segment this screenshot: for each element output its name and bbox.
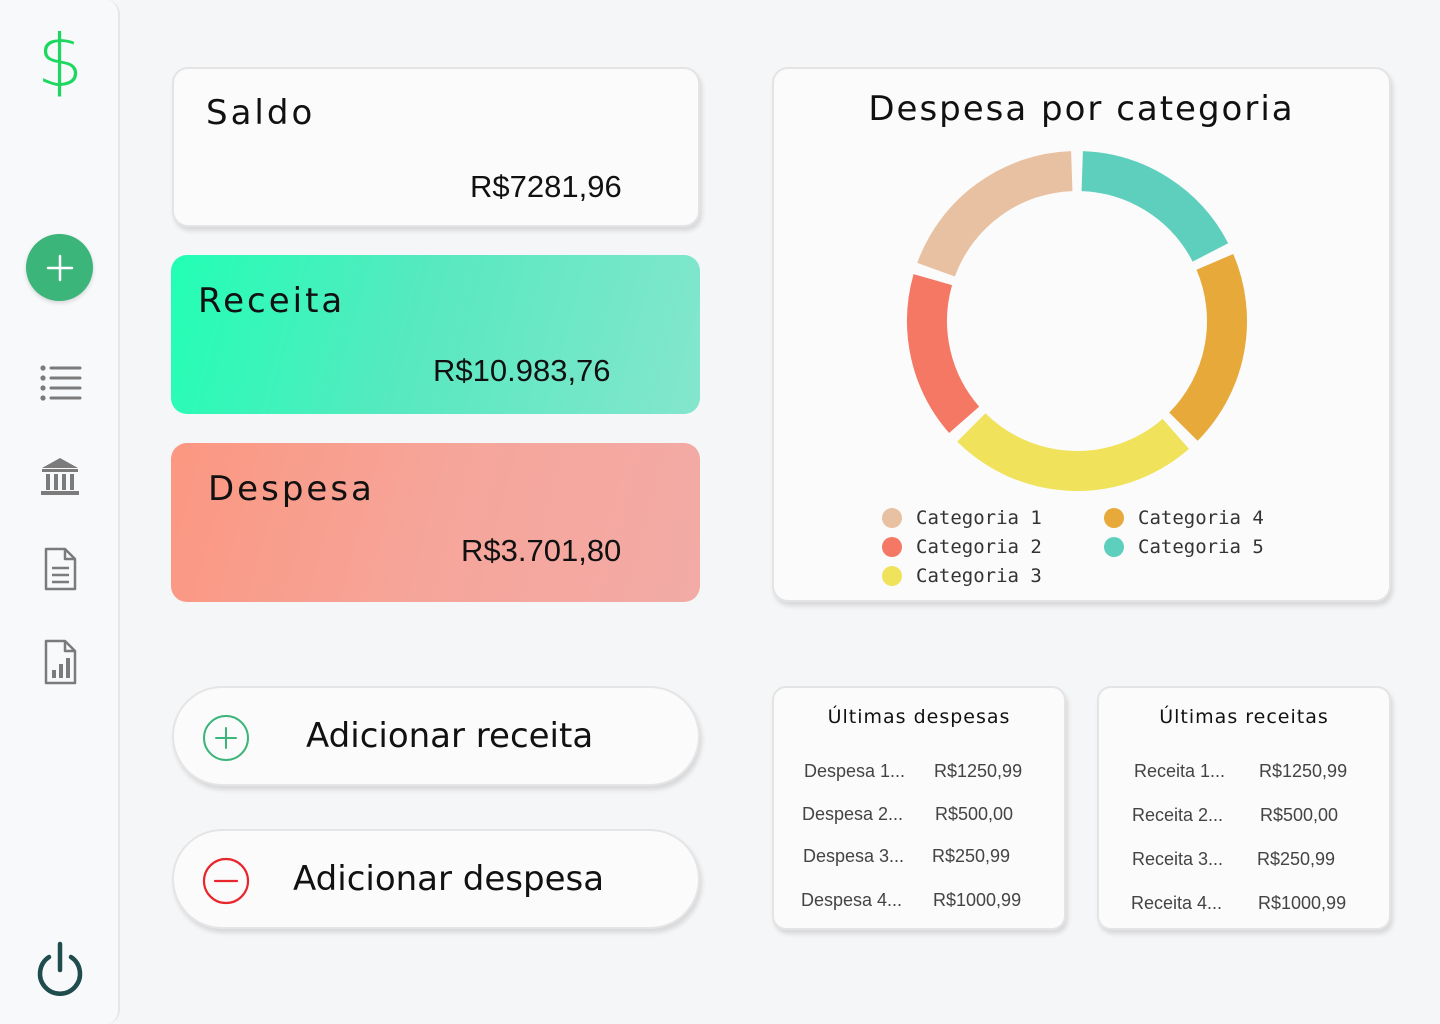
income-amount: R$500,00 (1260, 805, 1339, 825)
latest-expenses-card: Últimas despesas Despesa 1... R$1250,99 … (772, 686, 1066, 930)
table-row[interactable]: Receita 3... R$250,99 (1099, 849, 1389, 871)
legend-swatch (1104, 537, 1124, 557)
expense-name: Despesa 3... (803, 846, 905, 866)
document-icon (44, 547, 77, 591)
sidebar-item-reports[interactable] (36, 638, 84, 686)
legend-label: Categoria 3 (916, 565, 1042, 587)
list-icon (40, 365, 82, 401)
income-name: Receita 4... (1131, 893, 1223, 913)
table-row[interactable]: Despesa 2... R$500,00 (774, 804, 1064, 826)
legend-item: Categoria 4 (1104, 506, 1264, 530)
income-name: Receita 1... (1134, 761, 1226, 781)
table-row[interactable]: Receita 1... R$1250,99 (1099, 761, 1389, 783)
balance-card: Saldo R$7281,96 (172, 67, 700, 227)
income-name: Receita 3... (1132, 849, 1224, 869)
table-row[interactable]: Despesa 1... R$1250,99 (774, 761, 1064, 783)
expense-value: R$3.701,80 (461, 533, 622, 568)
donut-slice-2 (907, 274, 980, 433)
logout-button[interactable] (34, 940, 86, 998)
income-card: Receita R$10.983,76 (171, 255, 700, 414)
add-income-button[interactable]: Adicionar receita (172, 686, 700, 786)
add-expense-label: Adicionar despesa (293, 859, 605, 899)
legend-label: Categoria 1 (916, 507, 1042, 529)
income-amount: R$250,99 (1257, 849, 1336, 869)
plus-icon (46, 254, 73, 281)
add-transaction-button[interactable] (26, 234, 93, 301)
expense-label: Despesa (208, 469, 375, 509)
legend-item: Categoria 5 (1104, 535, 1264, 559)
legend-swatch (882, 537, 902, 557)
legend-label: Categoria 2 (916, 536, 1042, 558)
expense-name: Despesa 1... (804, 761, 906, 781)
expense-amount: R$500,00 (935, 804, 1014, 824)
table-row[interactable]: Despesa 3... R$250,99 (774, 846, 1064, 868)
donut-slice-3 (957, 412, 1189, 491)
expense-card: Despesa R$3.701,80 (171, 443, 700, 602)
donut-slice-5 (1081, 151, 1229, 263)
minus-circle-icon (202, 857, 250, 905)
donut-slice-4 (1168, 254, 1247, 441)
balance-value: R$7281,96 (470, 169, 622, 204)
legend-label: Categoria 4 (1138, 507, 1264, 529)
table-row[interactable]: Receita 2... R$500,00 (1099, 805, 1389, 827)
sidebar: $ (0, 0, 120, 1024)
income-amount: R$1000,99 (1258, 893, 1347, 913)
add-income-label: Adicionar receita (306, 716, 594, 756)
latest-incomes-title: Últimas receitas (1159, 706, 1329, 728)
add-expense-button[interactable]: Adicionar despesa (172, 829, 700, 929)
legend-swatch (882, 566, 902, 586)
donut-chart (907, 151, 1247, 491)
balance-label: Saldo (206, 93, 316, 133)
power-icon (37, 941, 83, 996)
table-row[interactable]: Despesa 4... R$1000,99 (774, 890, 1064, 912)
bank-icon (41, 458, 79, 495)
expense-amount: R$1000,99 (933, 890, 1022, 910)
income-name: Receita 2... (1132, 805, 1224, 825)
plus-circle-icon (203, 715, 249, 761)
sidebar-item-transactions[interactable] (36, 358, 84, 406)
expense-name: Despesa 2... (802, 804, 904, 824)
table-row[interactable]: Receita 4... R$1000,99 (1099, 893, 1389, 915)
donut-slice-1 (917, 151, 1073, 277)
latest-incomes-card: Últimas receitas Receita 1... R$1250,99 … (1097, 686, 1391, 930)
expense-amount: R$250,99 (932, 846, 1011, 866)
income-value: R$10.983,76 (433, 353, 611, 388)
latest-expenses-title: Últimas despesas (827, 706, 1011, 728)
dollar-logo-icon: $ (37, 19, 83, 103)
legend-label: Categoria 5 (1138, 536, 1264, 558)
income-amount: R$1250,99 (1259, 761, 1348, 781)
legend-item: Categoria 3 (882, 564, 1042, 588)
legend-swatch (1104, 508, 1124, 528)
sidebar-item-documents[interactable] (36, 545, 84, 593)
expense-by-category-chart: Despesa por categoria Categoria 1 Categor… (772, 67, 1391, 602)
legend-swatch (882, 508, 902, 528)
expense-amount: R$1250,99 (934, 761, 1023, 781)
report-chart-icon (44, 639, 77, 685)
sidebar-item-bank[interactable] (36, 452, 84, 500)
expense-name: Despesa 4... (801, 890, 903, 910)
income-label: Receita (198, 281, 346, 321)
legend-item: Categoria 1 (882, 506, 1042, 530)
legend-item: Categoria 2 (882, 535, 1042, 559)
